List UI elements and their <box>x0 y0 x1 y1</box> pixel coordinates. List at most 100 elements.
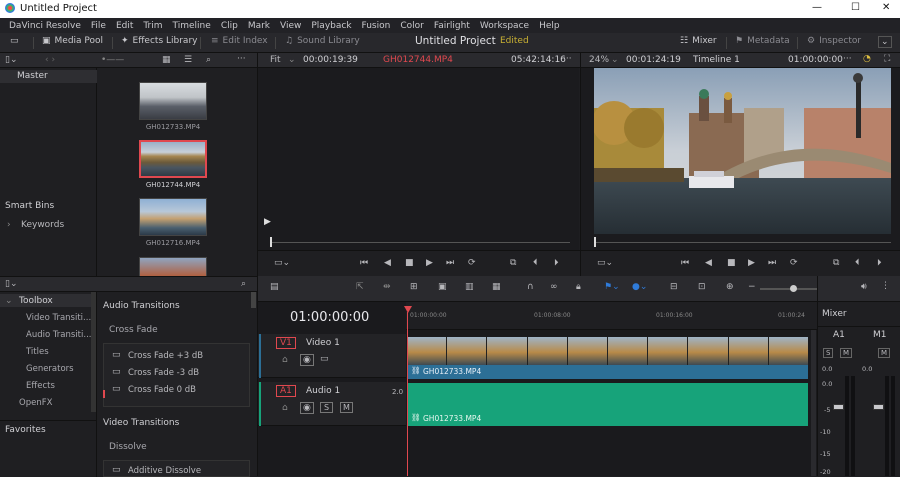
mixer-mute-m1[interactable]: M <box>878 348 891 358</box>
clip-thumb-1[interactable] <box>139 82 207 120</box>
stop-icon[interactable]: ■ <box>405 258 414 268</box>
video-clip[interactable]: ⛓︎ GH012733.MP4 <box>407 337 808 379</box>
fx-openfx[interactable]: OpenFX <box>19 398 52 408</box>
menu-color[interactable]: Color <box>395 21 429 31</box>
timeline-scrollbar[interactable] <box>811 330 816 476</box>
play-icon[interactable]: ▶ <box>748 258 755 268</box>
additive-dissolve[interactable]: Additive Dissolve <box>128 466 201 476</box>
flag-icon[interactable]: ⚑⌄ <box>604 282 620 292</box>
cross-fade-minus3[interactable]: Cross Fade -3 dB <box>128 368 199 378</box>
marker-icon[interactable]: ●⌄ <box>632 282 647 292</box>
zoom-out-icon[interactable]: − <box>748 282 756 292</box>
fx-generators[interactable]: Generators <box>26 364 74 374</box>
sound-library-button[interactable]: ♫ Sound Library <box>285 36 360 46</box>
cross-fade-plus3[interactable]: Cross Fade +3 dB <box>128 351 203 361</box>
menu-playback[interactable]: Playback <box>306 21 356 31</box>
inspector-button[interactable]: ⚙ Inspector <box>807 36 861 46</box>
maximize-button[interactable]: ☐ <box>851 2 860 13</box>
source-clip-name[interactable]: GH012744.MP4 <box>383 55 453 65</box>
fader-m1[interactable] <box>873 404 884 410</box>
cross-fade-0db[interactable]: Cross Fade 0 dB <box>128 385 196 395</box>
auto-select-icon[interactable]: ◉ <box>300 402 314 414</box>
mark-out-icon[interactable]: ⏵ <box>554 258 559 268</box>
more-icon[interactable]: ··· <box>843 54 852 64</box>
smart-bin-keywords[interactable]: Keywords <box>21 220 64 230</box>
jump-start-icon[interactable]: ⏮ <box>360 258 368 268</box>
clip-thumb-3[interactable] <box>139 198 207 236</box>
jump-end-icon[interactable]: ⏭ <box>768 258 776 268</box>
mixer-mute-a1[interactable]: M <box>840 348 853 358</box>
speaker-icon[interactable]: 🔊︎ <box>861 282 867 292</box>
close-button[interactable]: ✕ <box>882 2 890 13</box>
fx-effects[interactable]: Effects <box>26 381 55 391</box>
slider-icon[interactable]: •—— <box>101 55 124 65</box>
timeline-playhead[interactable] <box>594 237 596 247</box>
timeline-name[interactable]: Timeline 1 <box>693 55 740 65</box>
menu-fusion[interactable]: Fusion <box>357 21 396 31</box>
media-pool-button[interactable]: ▣ Media Pool <box>42 36 103 46</box>
monitor-icon[interactable]: ▭ <box>320 354 329 364</box>
track-id-v1[interactable]: V1 <box>276 337 296 349</box>
effects-library-button[interactable]: ✦ Effects Library <box>121 36 197 46</box>
reverse-icon[interactable]: ◀ <box>705 258 712 268</box>
chevron-down-icon[interactable]: ⌄ <box>611 55 619 65</box>
mark-in-icon[interactable]: ⏴ <box>855 258 860 268</box>
expand-icon[interactable]: ⌄ <box>878 36 892 48</box>
back-icon[interactable]: ‹ › <box>45 55 55 65</box>
mixer-solo-a1[interactable]: S <box>823 348 834 358</box>
monitor-icon[interactable]: ▭ <box>10 36 19 46</box>
audio-clip[interactable]: ⛓︎ GH012733.MP4 <box>407 383 808 426</box>
source-playhead[interactable] <box>270 237 272 247</box>
list-view-icon[interactable]: ☰ <box>184 55 192 65</box>
metadata-button[interactable]: ⚑ Metadata <box>735 36 790 46</box>
menu-workspace[interactable]: Workspace <box>475 21 534 31</box>
minimize-button[interactable]: — <box>812 2 822 13</box>
chevron-right-icon[interactable]: › <box>7 220 11 230</box>
menu-davinci[interactable]: DaVinci Resolve <box>4 21 86 31</box>
zoom-slider-knob[interactable] <box>790 285 797 292</box>
panel-toggle-icon[interactable]: ▯⌄ <box>5 55 18 65</box>
toolbox-item[interactable]: Toolbox <box>19 296 53 306</box>
mixer-button[interactable]: ☷ Mixer <box>680 36 717 46</box>
menu-trim[interactable]: Trim <box>138 21 167 31</box>
menu-view[interactable]: View <box>275 21 306 31</box>
bin-master[interactable]: Master <box>17 71 48 81</box>
source-scrubber[interactable] <box>270 242 570 243</box>
search-icon[interactable]: ⌕ <box>206 55 211 65</box>
fx-audio-transitions[interactable]: Audio Transiti... <box>26 330 92 340</box>
playhead-line[interactable] <box>407 312 408 476</box>
chevron-down-icon[interactable]: ⌄ <box>288 55 296 65</box>
color-wheel-icon[interactable]: ◔ <box>863 54 871 64</box>
fx-video-transitions[interactable]: Video Transiti... <box>26 313 91 323</box>
timeline-ruler[interactable]: 01:00:00:00 01:00:08:00 01:00:16:00 01:0… <box>406 302 818 330</box>
jump-start-icon[interactable]: ⏮ <box>681 258 689 268</box>
zoom-dropdown[interactable]: 24% <box>589 55 609 65</box>
mute-button[interactable]: M <box>340 402 353 413</box>
timeline-scrubber[interactable] <box>594 242 891 243</box>
reverse-icon[interactable]: ◀ <box>384 258 391 268</box>
zoom-full-icon[interactable]: ⊟ <box>670 282 678 292</box>
chevron-down-icon[interactable]: ⌄ <box>5 296 13 306</box>
lock-icon[interactable]: 🔒︎ <box>576 282 581 292</box>
menu-fairlight[interactable]: Fairlight <box>429 21 475 31</box>
effects-scrollbar[interactable] <box>251 292 256 308</box>
zoom-detail-icon[interactable]: ⊡ <box>698 282 706 292</box>
lock-icon[interactable]: ⌂ <box>282 403 288 413</box>
overwrite-icon[interactable]: ▥ <box>465 282 474 292</box>
loop-icon[interactable]: ⟳ <box>468 258 476 268</box>
more-icon[interactable]: ⋮ <box>881 281 890 291</box>
trim-tool-icon[interactable]: ⇹ <box>383 282 391 292</box>
snap-icon[interactable]: ∩ <box>527 282 534 292</box>
viewer-mode-icon[interactable]: ▭⌄ <box>274 258 290 268</box>
panel-toggle-icon[interactable]: ▯⌄ <box>5 279 18 289</box>
select-tool-icon[interactable]: ⇱ <box>356 282 364 292</box>
fx-titles[interactable]: Titles <box>26 347 49 357</box>
fader-a1[interactable] <box>833 404 844 410</box>
clip-thumb-2[interactable] <box>139 140 207 178</box>
zoom-custom-icon[interactable]: ⊕ <box>726 282 734 292</box>
insert-icon[interactable]: ▣ <box>438 282 447 292</box>
search-icon[interactable]: ⌕ <box>241 279 246 289</box>
menu-mark[interactable]: Mark <box>243 21 275 31</box>
fullscreen-icon[interactable]: ⛶ <box>884 54 890 64</box>
auto-select-icon[interactable]: ◉ <box>300 354 314 366</box>
